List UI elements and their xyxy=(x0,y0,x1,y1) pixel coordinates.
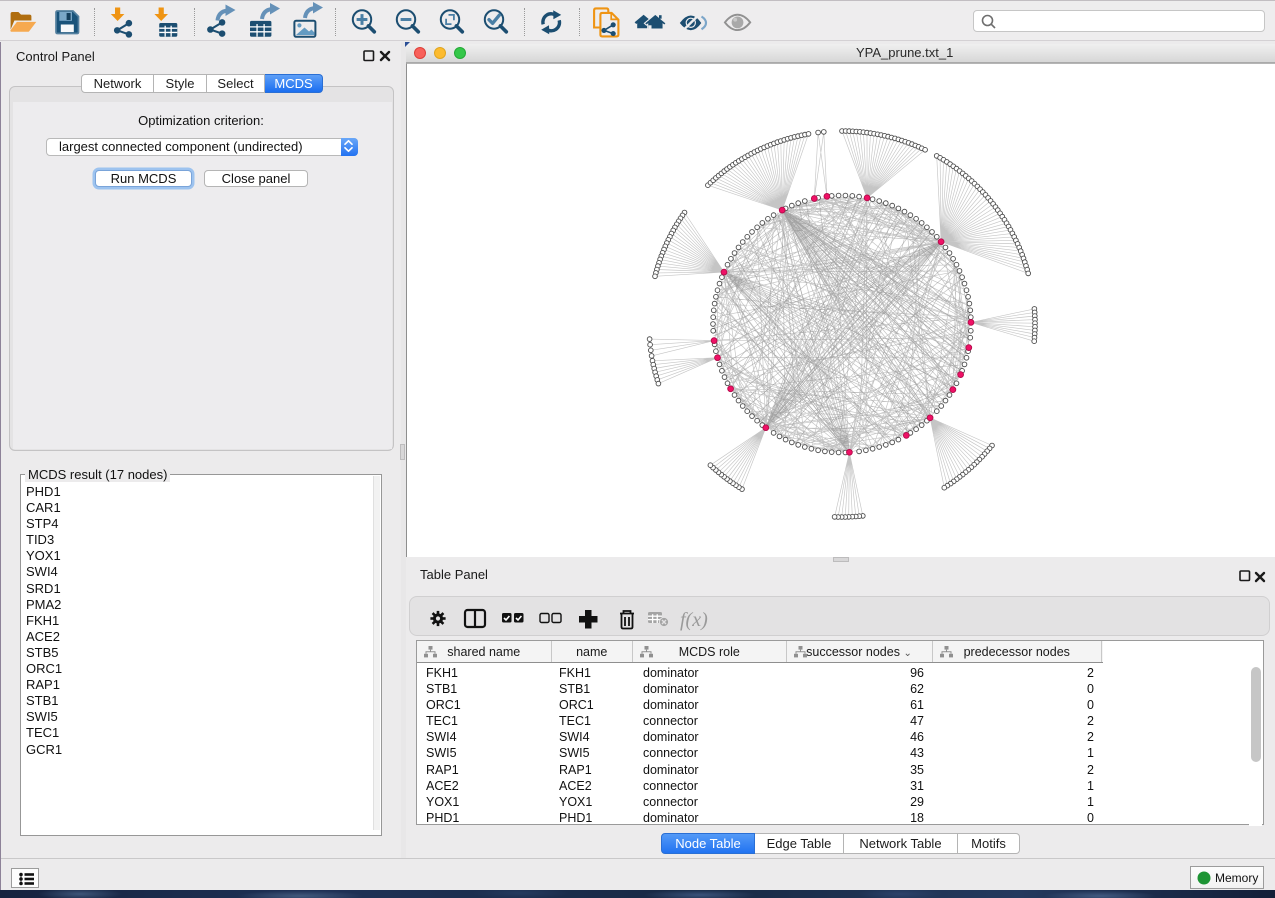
svg-text:f(x): f(x) xyxy=(680,609,708,631)
